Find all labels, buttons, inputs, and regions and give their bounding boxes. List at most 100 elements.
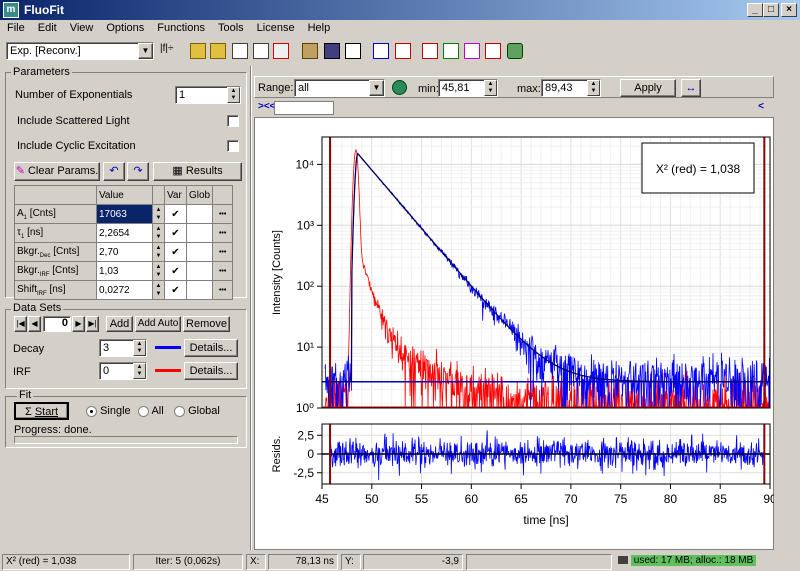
plot-view-icon[interactable]	[373, 43, 389, 59]
plot-settings-icon[interactable]	[395, 43, 411, 59]
param-value[interactable]: 17063	[96, 204, 153, 224]
load-icon[interactable]	[302, 43, 318, 59]
close-button[interactable]: ×	[781, 3, 797, 17]
add-button[interactable]: Add	[106, 316, 133, 332]
range-left-handle-icon[interactable]: ><<	[258, 101, 276, 112]
param-glob-checkbox[interactable]	[185, 242, 214, 262]
param-var-checkbox[interactable]: ✔	[164, 261, 187, 281]
prev-dataset-button[interactable]: ◀	[28, 316, 41, 332]
param-spinner[interactable]: ▲ ▼	[152, 223, 165, 243]
first-dataset-button[interactable]: |◀	[14, 316, 27, 332]
menu-options[interactable]: Options	[99, 20, 150, 34]
min-spinner[interactable]: ▲ ▼	[484, 80, 497, 96]
splitter[interactable]	[250, 66, 252, 550]
chart-3-icon[interactable]	[464, 43, 480, 59]
menu-edit[interactable]: Edit	[31, 20, 63, 34]
chart-1-icon[interactable]	[422, 43, 438, 59]
status-x-label: X:	[246, 554, 266, 570]
param-value[interactable]: 2,2654	[96, 223, 153, 243]
range-scrollbar[interactable]: ><< <	[256, 101, 768, 115]
chart-2-icon[interactable]	[443, 43, 459, 59]
param-glob-checkbox[interactable]	[185, 204, 214, 224]
param-var-checkbox[interactable]: ✔	[164, 280, 187, 300]
undo-button[interactable]: ↶	[103, 162, 125, 181]
menu-tools[interactable]: Tools	[211, 20, 250, 34]
scattered-checkbox[interactable]	[227, 115, 239, 127]
model-select[interactable]: Exp. [Reconv.] ▼	[6, 42, 154, 60]
param-glob-checkbox[interactable]	[185, 261, 214, 281]
range-right-handle-icon[interactable]: <	[758, 101, 764, 112]
param-var-checkbox[interactable]: ✔	[164, 223, 187, 243]
param-spinner[interactable]: ▲ ▼	[152, 204, 165, 224]
redo-icon: ↷	[133, 165, 143, 177]
param-spinner[interactable]: ▲ ▼	[152, 280, 165, 300]
dataset-index-field[interactable]: 0	[43, 316, 71, 332]
menu-file[interactable]: File	[0, 20, 31, 34]
progress-bar	[14, 436, 238, 444]
decay-chart[interactable]: 45 50 55 60 65 70 75 80 85 90 10⁰ 10¹ 10² 10³ 10⁴ 2,5 0 -…	[254, 117, 774, 550]
menu-help[interactable]: Help	[301, 20, 337, 34]
apply-button[interactable]: Apply	[620, 79, 676, 97]
param-more-button[interactable]: •••	[212, 204, 234, 224]
num-exp-field[interactable]: 1 ▲ ▼	[175, 86, 241, 104]
next-dataset-button[interactable]: ▶	[72, 316, 85, 332]
copy-icon[interactable]	[232, 43, 248, 59]
menu-functions[interactable]: Functions	[150, 20, 211, 34]
param-glob-checkbox[interactable]	[185, 223, 214, 243]
open-folder-icon[interactable]	[190, 43, 206, 59]
redo-button[interactable]: ↷	[127, 162, 149, 181]
param-row: Bkgr.IRF [Cnts] 1,03 ▲ ▼ ✔ •••	[14, 261, 234, 281]
param-spinner[interactable]: ▲ ▼	[152, 242, 165, 262]
globe-icon[interactable]	[507, 43, 523, 59]
chevron-down-icon[interactable]: ▼	[138, 43, 153, 59]
param-value[interactable]: 0,0272	[96, 280, 153, 300]
print-icon[interactable]	[345, 43, 361, 59]
param-value[interactable]: 2,70	[96, 242, 153, 262]
fit-range-button[interactable]: ↔	[681, 79, 701, 97]
cyclic-checkbox[interactable]	[227, 140, 239, 152]
param-value[interactable]: 1,03	[96, 261, 153, 281]
param-more-button[interactable]: •••	[212, 280, 234, 300]
remove-button[interactable]: Remove	[183, 316, 230, 332]
resid-tick-label: -2,5	[293, 466, 314, 480]
param-var-checkbox[interactable]: ✔	[164, 242, 187, 262]
min-field[interactable]: 45,81 ▲ ▼	[438, 79, 498, 97]
range-scrollbar-thumb[interactable]	[274, 101, 334, 115]
irf-field[interactable]: 0 ▲ ▼	[99, 362, 147, 380]
results-button[interactable]: ▦ Results	[153, 162, 242, 181]
clear-icon[interactable]	[273, 43, 289, 59]
param-glob-checkbox[interactable]	[185, 280, 214, 300]
range-select[interactable]: all ▼	[294, 79, 385, 97]
menu-license[interactable]: License	[250, 20, 301, 34]
add-auto-button[interactable]: Add Auto	[135, 316, 181, 332]
param-spinner[interactable]: ▲ ▼	[152, 261, 165, 281]
max-field[interactable]: 89,43 ▲ ▼	[541, 79, 601, 97]
menu-view[interactable]: View	[63, 20, 100, 34]
param-more-button[interactable]: •••	[212, 261, 234, 281]
grid-icon[interactable]	[485, 43, 501, 59]
maximize-button[interactable]: □	[763, 3, 779, 17]
num-exp-spinner[interactable]: ▲ ▼	[227, 87, 240, 103]
clear-params-button[interactable]: ✎ Clear Params.	[14, 162, 100, 181]
param-var-checkbox[interactable]: ✔	[164, 204, 187, 224]
globe-icon[interactable]	[392, 80, 407, 95]
single-radio[interactable]: Single	[86, 405, 131, 417]
decay-spinner[interactable]: ▲ ▼	[133, 340, 146, 356]
irf-details-button[interactable]: Details...	[184, 362, 238, 380]
global-radio[interactable]: Global	[174, 405, 220, 417]
save-icon[interactable]	[324, 43, 340, 59]
minimize-button[interactable]: _	[747, 3, 763, 17]
param-more-button[interactable]: •••	[212, 242, 234, 262]
chevron-down-icon[interactable]: ▼	[369, 80, 384, 96]
start-button[interactable]: Σ Start	[14, 402, 69, 420]
decay-details-button[interactable]: Details...	[184, 339, 238, 357]
y-tick-label: 10⁰	[296, 401, 314, 415]
all-radio[interactable]: All	[138, 405, 164, 417]
last-dataset-button[interactable]: ▶|	[86, 316, 99, 332]
max-spinner[interactable]: ▲ ▼	[587, 80, 600, 96]
irf-spinner[interactable]: ▲ ▼	[133, 363, 146, 379]
paste-icon[interactable]	[253, 43, 269, 59]
param-more-button[interactable]: •••	[212, 223, 234, 243]
decay-field[interactable]: 3 ▲ ▼	[99, 339, 147, 357]
open-folder-2-icon[interactable]	[210, 43, 226, 59]
